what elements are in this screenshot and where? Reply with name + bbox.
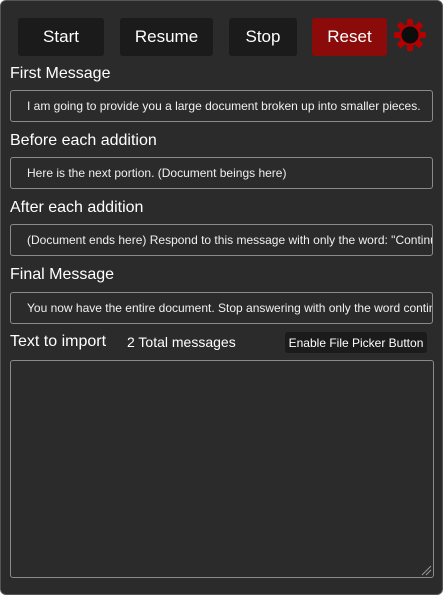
- text-to-import-label: Text to import: [10, 333, 107, 350]
- first-message-label: First Message: [10, 65, 111, 82]
- gear-icon[interactable]: [393, 18, 427, 52]
- final-message-label: Final Message: [10, 266, 115, 283]
- after-each-addition-input[interactable]: [10, 224, 433, 256]
- enable-file-picker-button[interactable]: Enable File Picker Button: [285, 332, 427, 353]
- before-each-addition-label: Before each addition: [10, 132, 157, 149]
- text-to-import-textarea[interactable]: [10, 360, 434, 578]
- resume-button[interactable]: Resume: [120, 18, 213, 56]
- final-message-input[interactable]: [10, 292, 433, 324]
- start-button[interactable]: Start: [18, 18, 104, 56]
- total-messages-count: 2 Total messages: [127, 334, 236, 350]
- resize-grip-icon[interactable]: [420, 564, 432, 576]
- chunker-panel: Start Resume Stop Reset First Message Be…: [0, 0, 443, 595]
- after-each-addition-label: After each addition: [10, 199, 144, 216]
- reset-button[interactable]: Reset: [312, 18, 387, 56]
- toolbar: Start Resume Stop Reset: [1, 1, 442, 61]
- stop-button[interactable]: Stop: [229, 18, 297, 56]
- before-each-addition-input[interactable]: [10, 157, 433, 189]
- first-message-input[interactable]: [10, 90, 433, 122]
